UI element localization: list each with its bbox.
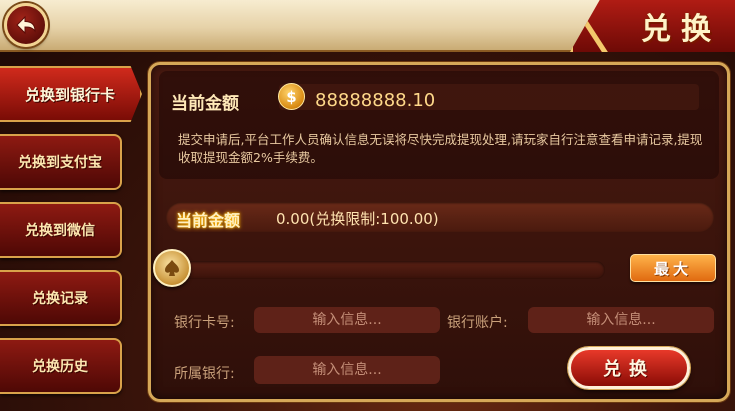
coin-icon: $: [278, 83, 305, 110]
menu-item-label: 兑换记录: [32, 291, 88, 307]
menu-item-label: 兑换到银行卡: [24, 85, 115, 104]
amount-slider-track[interactable]: [163, 261, 605, 279]
card-number-label: 银行卡号:: [174, 315, 235, 331]
bank-name-input[interactable]: [254, 356, 440, 384]
menu-item-history[interactable]: 兑换历史: [0, 338, 122, 394]
menu-item-wechat[interactable]: 兑换到微信: [0, 202, 122, 258]
bank-name-label: 所属银行:: [174, 366, 235, 382]
submit-button-label: 兑换: [603, 359, 655, 380]
menu-item-label: 兑换历史: [32, 359, 88, 375]
card-number-input[interactable]: [254, 307, 440, 333]
page-title: 兑换: [641, 12, 721, 47]
withdraw-amount-label: 当前金额: [176, 211, 241, 230]
menu-item-label: 兑换到支付宝: [18, 155, 102, 171]
title-tab: 兑换: [570, 0, 735, 52]
menu-item-alipay[interactable]: 兑换到支付宝: [0, 134, 122, 190]
exchange-submit-button[interactable]: 兑换: [568, 347, 690, 389]
max-button-label: 最大: [653, 259, 692, 278]
menu-item-records[interactable]: 兑换记录: [0, 270, 122, 326]
amount-slider-handle[interactable]: [153, 249, 191, 287]
exchange-panel: 当前金额 $ 88888888.10 提交申请后,平台工作人员确认信息无误将尽快…: [148, 62, 730, 402]
notice-text: 提交申请后,平台工作人员确认信息无误将尽快完成提现处理,请玩家自行注意查看申请记…: [178, 132, 703, 165]
bank-account-label: 银行账户:: [447, 315, 508, 331]
back-button[interactable]: [4, 3, 48, 47]
withdraw-amount-value: 0.00(兑换限制:100.00): [276, 210, 439, 228]
menu-item-bank-card[interactable]: 兑换到银行卡: [0, 66, 142, 122]
top-header: 兑换: [0, 0, 735, 52]
bank-account-input[interactable]: [528, 307, 714, 333]
max-button[interactable]: 最大: [630, 254, 716, 282]
balance-value: 88888888.10: [315, 90, 436, 111]
back-arrow-icon: [16, 15, 36, 35]
spade-icon: [165, 260, 179, 276]
menu-item-label: 兑换到微信: [25, 223, 95, 239]
withdraw-amount-bar: [166, 202, 714, 232]
balance-label: 当前金额: [171, 94, 239, 114]
